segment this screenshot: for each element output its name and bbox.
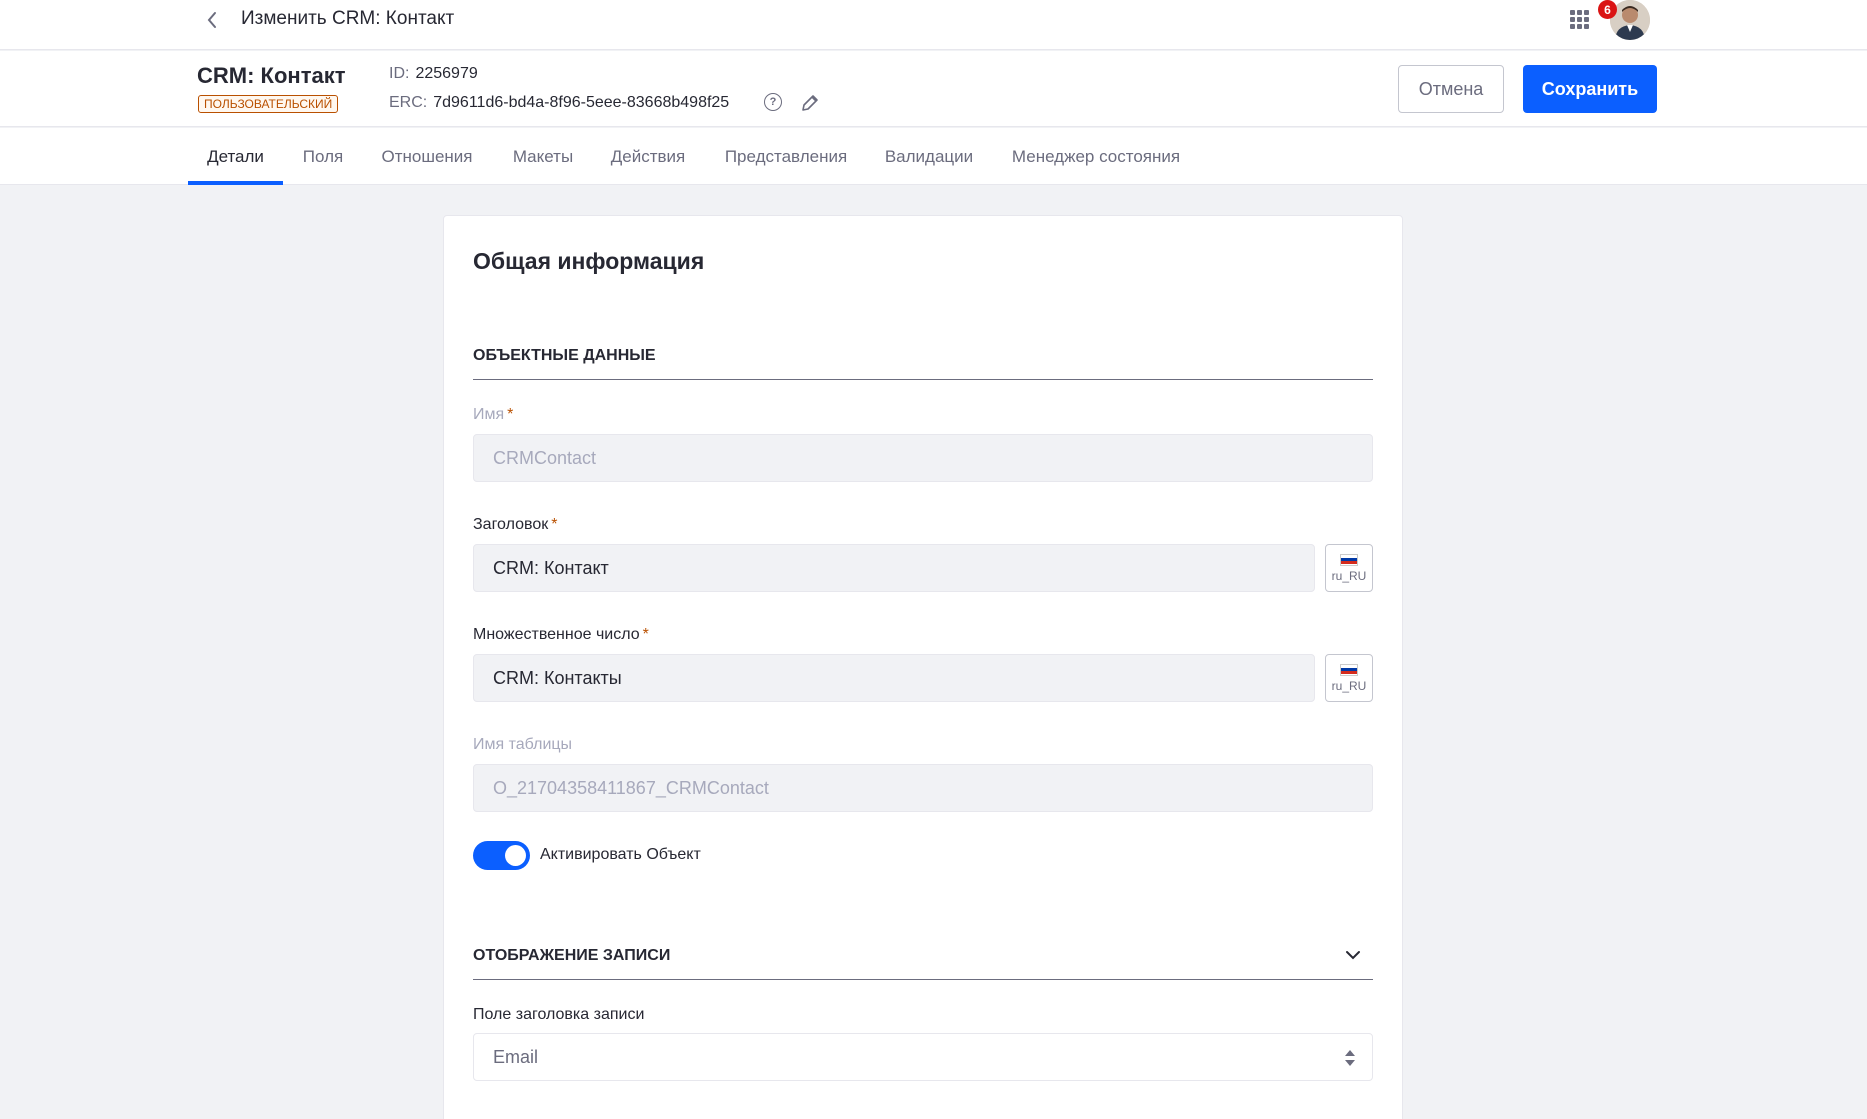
entry-title-field-label: Поле заголовка записи [473, 1006, 645, 1023]
activate-object-label: Активировать Объект [540, 846, 701, 863]
general-info-card: Общая информация ОБЪЕКТНЫЕ ДАННЫЕ Имя * C… [443, 215, 1403, 1119]
locale-selector-label[interactable]: ru_RU [1325, 544, 1373, 592]
tab-validations[interactable]: Валидации [877, 128, 981, 185]
tab-views[interactable]: Представления [714, 128, 858, 185]
erc-value: 7d9611d6-bd4a-8f96-5eee-83668b498f25 [433, 94, 730, 111]
id-row: ID: 2256979 [389, 65, 478, 83]
locale-selector-plural[interactable]: ru_RU [1325, 654, 1373, 702]
tab-layouts[interactable]: Макеты [502, 128, 584, 185]
name-label: Имя * [473, 406, 513, 424]
help-icon[interactable]: ? [764, 93, 782, 111]
chevron-down-icon[interactable] [1343, 945, 1363, 965]
locale-code: ru_RU [1331, 568, 1367, 583]
table-name-label: Имя таблицы [473, 736, 573, 753]
russian-flag-icon [1340, 663, 1358, 676]
page-title: Изменить CRM: Контакт [241, 8, 455, 29]
label-label-text: Заголовок [473, 516, 549, 533]
plural-input[interactable]: CRM: Контакты [473, 654, 1315, 702]
plural-label: Множественное число * [473, 626, 649, 644]
object-header: CRM: Контакт ПОЛЬЗОВАТЕЛЬСКИЙ ID: 2256979… [0, 51, 1867, 127]
apps-grid-icon[interactable] [1568, 8, 1590, 30]
object-data-heading-text: ОБЪЕКТНЫЕ ДАННЫЕ [473, 347, 656, 364]
label-input[interactable]: CRM: Контакт [473, 544, 1315, 592]
id-value: 2256979 [415, 65, 478, 82]
object-data-section-heading: ОБЪЕКТНЫЕ ДАННЫЕ [473, 347, 1373, 380]
tab-state-manager[interactable]: Менеджер состояния [1001, 128, 1191, 185]
tab-details[interactable]: Детали [188, 128, 283, 185]
plural-label-text: Множественное число [473, 626, 640, 643]
save-button[interactable]: Сохранить [1523, 65, 1657, 113]
erc-label: ERC: [389, 94, 428, 111]
erc-row: ERC: 7d9611d6-bd4a-8f96-5eee-83668b498f25 [389, 94, 729, 112]
id-label: ID: [389, 65, 410, 82]
activate-object-toggle[interactable] [473, 841, 530, 870]
notification-badge: 6 [1598, 0, 1617, 19]
table-name-input: O_21704358411867_CRMContact [473, 764, 1373, 812]
entry-title-field-select[interactable]: Email [473, 1033, 1373, 1081]
tab-fields[interactable]: Поля [293, 128, 353, 185]
required-mark: * [642, 626, 649, 643]
label-label: Заголовок * [473, 516, 557, 534]
required-mark: * [507, 406, 514, 423]
object-name: CRM: Контакт [197, 63, 346, 88]
locale-code: ru_RU [1331, 678, 1367, 693]
custom-object-badge: ПОЛЬЗОВАТЕЛЬСКИЙ [198, 95, 339, 113]
select-arrows-icon [1344, 1048, 1356, 1068]
tab-bar: Детали Поля Отношения Макеты Действия Пр… [0, 128, 1867, 185]
entry-display-section-heading[interactable]: ОТОБРАЖЕНИЕ ЗАПИСИ [473, 947, 1373, 980]
entry-display-heading-text: ОТОБРАЖЕНИЕ ЗАПИСИ [473, 947, 671, 964]
name-input: CRMContact [473, 434, 1373, 482]
toggle-knob [505, 845, 526, 866]
tab-relationships[interactable]: Отношения [371, 128, 483, 185]
tab-actions[interactable]: Действия [603, 128, 693, 185]
top-bar: Изменить CRM: Контакт 6 [0, 0, 1867, 50]
back-arrow-icon[interactable] [200, 8, 224, 32]
russian-flag-icon [1340, 553, 1358, 566]
name-label-text: Имя [473, 406, 505, 423]
required-mark: * [551, 516, 558, 533]
card-title: Общая информация [473, 248, 705, 274]
cancel-button[interactable]: Отмена [1398, 65, 1504, 113]
pencil-icon[interactable] [800, 93, 820, 113]
entry-title-field-value: Email [493, 1046, 539, 1067]
